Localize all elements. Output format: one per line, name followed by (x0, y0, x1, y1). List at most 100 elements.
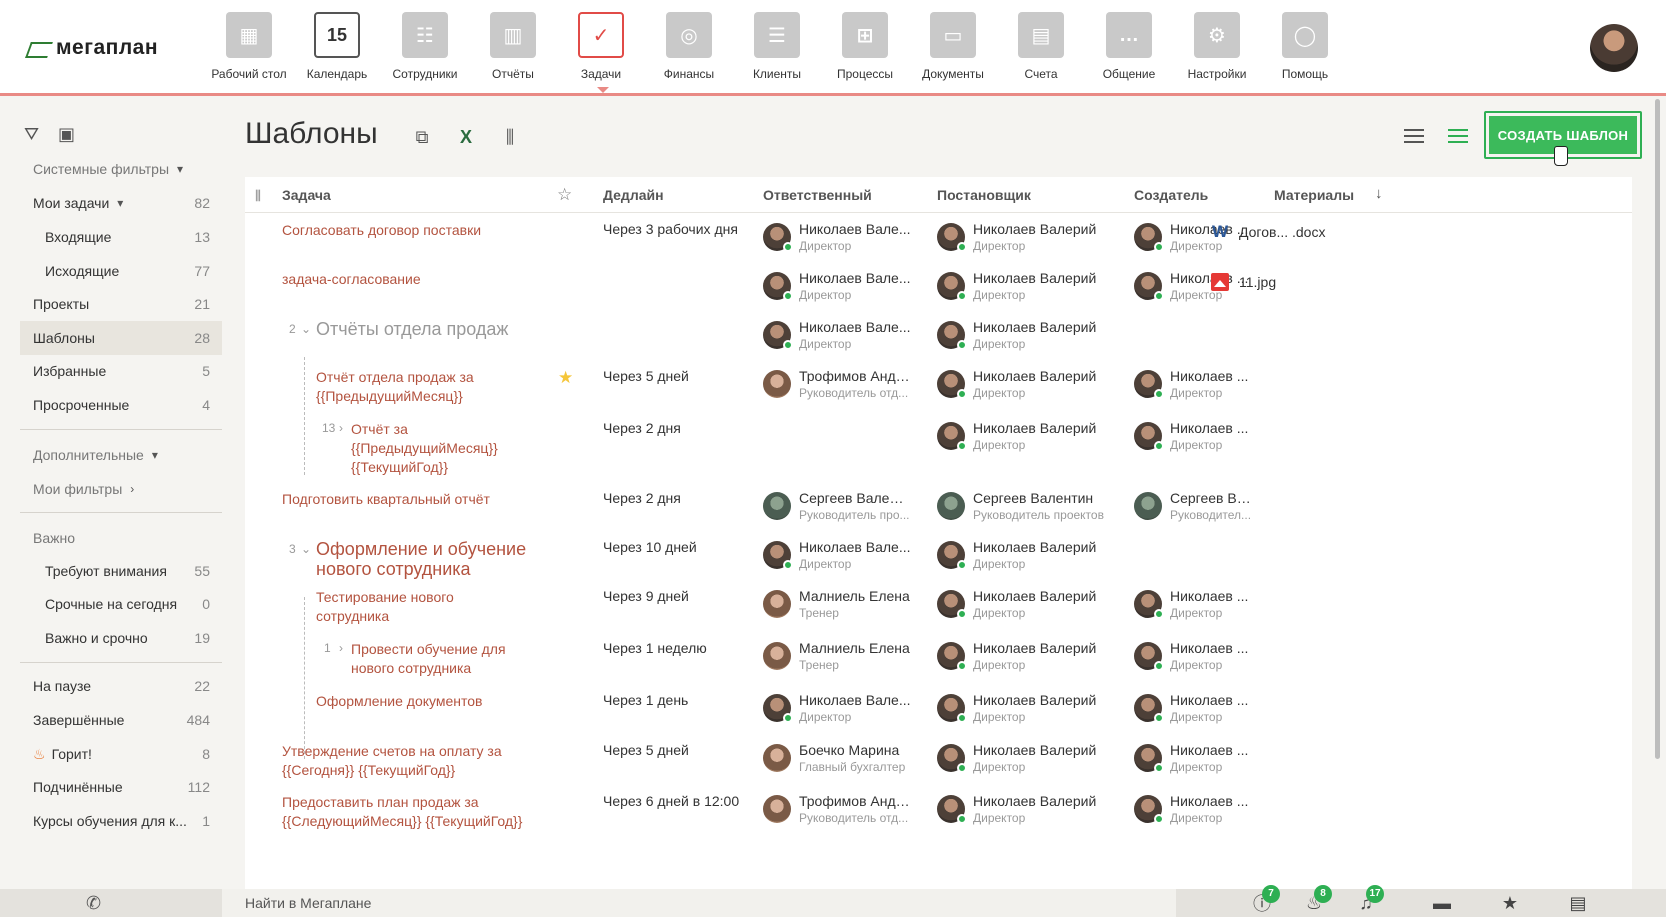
sidebar-item-outgoing[interactable]: Исходящие 77 (20, 254, 222, 288)
sidebar-item-urgent-today[interactable]: Срочные на сегодня 0 (20, 587, 222, 621)
task-title[interactable]: Отчёт за {{ПредыдущийМесяц}} {{ТекущийГод}… (351, 420, 498, 477)
nav-desktop[interactable]: ▦ Рабочий стол (205, 12, 293, 81)
sidebar-item-completed[interactable]: Завершённые 484 (20, 703, 222, 737)
creator-cell[interactable]: Николаев ... Директор (1134, 368, 1259, 404)
sidebar-item-overdue[interactable]: Просроченные 4 (20, 388, 222, 422)
nav-reports[interactable]: ▥ Отчёты (469, 12, 557, 81)
column-materials[interactable]: Материалы (1274, 187, 1354, 203)
system-filters-toggle[interactable]: Системные фильтры ▾ (20, 152, 222, 186)
task-group-title[interactable]: Отчёты отдела продаж (316, 319, 508, 339)
table-row[interactable]: Тестирование нового сотрудника Через 9 дн… (245, 588, 1632, 640)
creator-cell[interactable]: Николаев ... Директор (1134, 692, 1259, 728)
megaplan-logo[interactable]: мегаплан (28, 36, 158, 60)
responsible-cell[interactable]: Николаев Вале... Директор (763, 539, 913, 575)
folder-add-icon[interactable]: ▣ (58, 125, 78, 143)
responsible-cell[interactable]: Трофимов Андр... Руководитель отд... (763, 793, 913, 829)
material-file[interactable]: 11.jpg (1211, 273, 1276, 291)
creator-cell[interactable]: Николаев ... Директор (1134, 588, 1259, 624)
chevron-down-icon[interactable]: ⌄ (301, 322, 311, 336)
sidebar-item-templates[interactable]: Шаблоны 28 (20, 321, 222, 355)
nav-chat[interactable]: … Общение (1085, 12, 1173, 81)
nav-tasks[interactable]: ✓ Задачи (557, 12, 645, 93)
table-row[interactable]: 2 ⌄ Отчёты отдела продаж Николаев Вале..… (245, 319, 1632, 369)
filter-add-icon[interactable]: ⛛ (24, 125, 44, 143)
alerts-button[interactable]: ⓘ 7 (1236, 885, 1288, 917)
knowledge-button[interactable]: ▤ (1552, 889, 1604, 917)
material-file[interactable]: W Догов... .docx (1211, 223, 1326, 241)
responsible-cell[interactable]: Николаев Вале... Директор (763, 221, 913, 257)
task-title[interactable]: Подготовить квартальный отчёт (282, 490, 490, 509)
column-settings-icon[interactable]: ⫼ (255, 188, 269, 203)
star-icon[interactable]: ☆ (557, 185, 572, 205)
sidebar-item-projects[interactable]: Проекты 21 (20, 287, 222, 321)
creator-cell[interactable]: Николаев ... Директор (1134, 420, 1259, 456)
table-row[interactable]: 13 › Отчёт за {{ПредыдущийМесяц}} {{Текущи… (245, 420, 1632, 490)
nav-help[interactable]: ◯ Помощь (1261, 12, 1349, 81)
chevron-down-icon[interactable]: ⌄ (301, 542, 311, 556)
table-row[interactable]: Подготовить квартальный отчёт Через 2 дн… (245, 490, 1632, 540)
sidebar-item-attention[interactable]: Требуют внимания 55 (20, 554, 222, 588)
table-row[interactable]: Оформление документов Через 1 день Никол… (245, 692, 1632, 742)
sidebar-item-burning[interactable]: ♨ Горит! 8 (20, 737, 222, 771)
setter-cell[interactable]: Николаев Валерий Директор (937, 692, 1117, 728)
responsible-cell[interactable]: Николаев Вале... Директор (763, 319, 913, 355)
table-row[interactable]: 1 › Провести обучение для нового сотрудни… (245, 640, 1632, 692)
copy-icon[interactable]: ⧉ (410, 127, 434, 149)
responsible-cell[interactable]: Николаев Вале... Директор (763, 692, 913, 728)
columns-icon[interactable]: ⫼ (498, 127, 522, 149)
column-deadline[interactable]: Дедлайн (603, 187, 664, 203)
task-title[interactable]: Оформление документов (316, 692, 483, 711)
setter-cell[interactable]: Николаев Валерий Директор (937, 420, 1117, 456)
responsible-cell[interactable]: Малниель Елена Тренер (763, 588, 913, 624)
creator-cell[interactable]: Сергеев Ва... Руководител... (1134, 490, 1259, 526)
nav-settings[interactable]: ⚙ Настройки (1173, 12, 1261, 81)
column-task[interactable]: Задача (282, 187, 331, 203)
table-row[interactable]: Отчёт отдела продаж за {{ПредыдущийМесяц}… (245, 368, 1632, 420)
task-title[interactable]: Провести обучение для нового сотрудника (351, 640, 506, 678)
messages-button[interactable]: ▬ (1416, 889, 1468, 917)
responsible-cell[interactable]: Малниель Елена Тренер (763, 640, 913, 676)
task-group-title[interactable]: Оформление и обучение нового сотрудника (316, 539, 526, 579)
table-row[interactable]: Утверждение счетов на оплату за {{Сегодня… (245, 742, 1632, 794)
column-setter[interactable]: Постановщик (937, 187, 1031, 203)
creator-cell[interactable]: Николаев ... Директор (1134, 742, 1259, 778)
table-row[interactable]: задача-согласование Николаев Вале... Дире… (245, 270, 1632, 320)
sidebar-item-courses[interactable]: Курсы обучения для к... 1 (20, 804, 222, 838)
global-search-input[interactable]: Найти в Мегаплане (222, 889, 1176, 917)
task-title[interactable]: Согласовать договор поставки (282, 221, 481, 240)
responsible-cell[interactable]: Трофимов Андр... Руководитель отд... (763, 368, 913, 404)
favorites-button[interactable]: ★ (1484, 889, 1536, 917)
sidebar-item-paused[interactable]: На паузе 22 (20, 669, 222, 703)
table-row[interactable]: Согласовать договор поставки Через 3 раб… (245, 221, 1632, 275)
chevron-right-icon[interactable]: › (339, 641, 343, 655)
sidebar-item-incoming[interactable]: Входящие 13 (20, 220, 222, 254)
setter-cell[interactable]: Николаев Валерий Директор (937, 221, 1117, 257)
sidebar-item-my-tasks[interactable]: Мои задачи ▾ 82 (20, 186, 222, 220)
column-creator[interactable]: Создатель (1134, 187, 1208, 203)
setter-cell[interactable]: Николаев Валерий Директор (937, 793, 1117, 829)
phone-icon[interactable]: ✆ (86, 893, 101, 914)
nav-employees[interactable]: ☷ Сотрудники (381, 12, 469, 81)
additional-toggle[interactable]: Дополнительные ▾ (20, 438, 222, 472)
setter-cell[interactable]: Николаев Валерий Директор (937, 368, 1117, 404)
scrollbar[interactable] (1655, 99, 1660, 759)
excel-icon[interactable]: X (454, 127, 478, 149)
table-row[interactable]: 3 ⌄ Оформление и обучение нового сотрудни… (245, 539, 1632, 589)
sidebar-item-favorites[interactable]: Избранные 5 (20, 354, 222, 388)
my-filters-toggle[interactable]: Мои фильтры › (20, 472, 222, 506)
setter-cell[interactable]: Николаев Валерий Директор (937, 640, 1117, 676)
nav-documents[interactable]: ▭ Документы (909, 12, 997, 81)
nav-processes[interactable]: ⊞ Процессы (821, 12, 909, 81)
sidebar-item-subordinates[interactable]: Подчинённые 112 (20, 770, 222, 804)
nav-finance[interactable]: ◎ Финансы (645, 12, 733, 81)
hot-button[interactable]: ♨ 8 (1288, 885, 1340, 917)
setter-cell[interactable]: Николаев Валерий Директор (937, 270, 1117, 306)
table-row[interactable]: Предоставить план продаж за {{СледующийМе… (245, 793, 1632, 845)
chevron-down-icon[interactable]: ▾ (117, 196, 123, 210)
list-view-icon[interactable] (1404, 129, 1424, 143)
nav-calendar[interactable]: 15 Календарь (293, 12, 381, 81)
setter-cell[interactable]: Сергеев Валентин Руководитель проектов (937, 490, 1117, 526)
responsible-cell[interactable]: Боечко Марина Главный бухгалтер (763, 742, 913, 778)
column-responsible[interactable]: Ответственный (763, 187, 872, 203)
tree-view-icon[interactable] (1448, 129, 1468, 143)
